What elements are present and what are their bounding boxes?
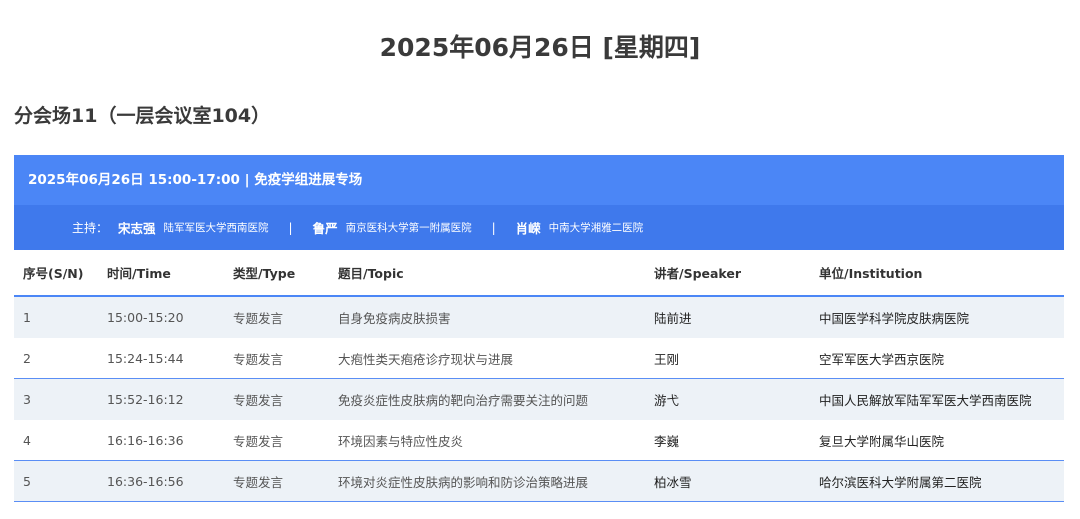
cell-institution: 复旦大学附属华山医院: [819, 433, 945, 449]
cell-type: 专题发言: [233, 393, 284, 408]
header-institution: 单位/Institution: [819, 266, 923, 281]
table-row: 3 15:52-16:12 专题发言 免疫炎症性皮肤病的靶向治疗需要关注的问题 …: [14, 379, 1064, 420]
chair-bar: 主持： 宋志强 陆军军医大学西南医院 | 鲁严 南京医科大学第一附属医院 | 肖…: [14, 205, 1064, 250]
cell-speaker: 陆前进: [654, 311, 692, 326]
cell-sn: 4: [23, 432, 31, 448]
cell-type: 专题发言: [233, 433, 284, 449]
cell-speaker: 柏冰雪: [654, 474, 692, 490]
cell-type: 专题发言: [233, 311, 284, 326]
chair-institution: 中南大学湘雅二医院: [548, 222, 644, 234]
cell-time: 15:24-15:44: [107, 350, 184, 366]
session-header: 2025年06月26日 15:00-17:00 | 免疫学组进展专场: [14, 155, 1064, 205]
cell-time: 16:36-16:56: [107, 473, 184, 489]
table-row: 2 15:24-15:44 专题发言 大疱性类天疱疮诊疗现状与进展 王刚 空军军…: [14, 338, 1064, 379]
header-sn: 序号(S/N): [23, 266, 84, 281]
cell-time: 15:52-16:12: [107, 392, 184, 407]
cell-type: 专题发言: [233, 474, 284, 490]
table-row: 4 16:16-16:36 专题发言 环境因素与特应性皮炎 李巍 复旦大学附属华…: [14, 420, 1064, 461]
cell-topic: 环境因素与特应性皮炎: [338, 433, 464, 449]
chair-name: 宋志强: [118, 221, 156, 236]
schedule-table: 序号(S/N) 时间/Time 类型/Type 题目/Topic 讲者/Spea…: [14, 250, 1064, 502]
chair-separator: |: [491, 220, 496, 235]
chair-label: 主持：: [72, 221, 109, 235]
cell-institution: 中国医学科学院皮肤病医院: [819, 311, 970, 326]
cell-time: 16:16-16:36: [107, 432, 184, 448]
cell-topic: 免疫炎症性皮肤病的靶向治疗需要关注的问题: [338, 393, 589, 408]
cell-topic: 环境对炎症性皮肤病的影响和防诊治策略进展: [338, 474, 589, 490]
table-row: 1 15:00-15:20 专题发言 自身免疫病皮肤损害 陆前进 中国医学科学院…: [14, 297, 1064, 338]
header-type: 类型/Type: [233, 266, 296, 281]
cell-speaker: 李巍: [654, 433, 680, 449]
cell-speaker: 王刚: [654, 351, 680, 367]
chair-name: 鲁严: [312, 221, 338, 236]
chair-name: 肖嵘: [515, 221, 541, 236]
cell-topic: 自身免疫病皮肤损害: [338, 311, 451, 326]
cell-type: 专题发言: [233, 351, 284, 367]
table-header-row: 序号(S/N) 时间/Time 类型/Type 题目/Topic 讲者/Spea…: [14, 250, 1064, 297]
cell-sn: 5: [23, 473, 31, 489]
cell-institution: 中国人民解放军陆军军医大学西南医院: [819, 393, 1032, 408]
date-title: 2025年06月26日 [星期四]: [379, 33, 701, 62]
header-time: 时间/Time: [107, 266, 171, 281]
cell-institution: 空军军医大学西京医院: [819, 351, 945, 367]
cell-sn: 3: [23, 392, 31, 407]
cell-sn: 2: [23, 350, 31, 366]
chair-institution: 南京医科大学第一附属医院: [345, 222, 472, 234]
cell-institution: 哈尔滨医科大学附属第二医院: [819, 474, 982, 490]
header-speaker: 讲者/Speaker: [654, 266, 742, 281]
session-block: 2025年06月26日 15:00-17:00 | 免疫学组进展专场 主持： 宋…: [14, 155, 1064, 502]
cell-sn: 1: [23, 310, 31, 325]
chair-separator: |: [288, 220, 293, 235]
cell-topic: 大疱性类天疱疮诊疗现状与进展: [338, 351, 514, 367]
table-row: 5 16:36-16:56 专题发言 环境对炎症性皮肤病的影响和防诊治策略进展 …: [14, 461, 1064, 502]
header-topic: 题目/Topic: [338, 266, 404, 281]
chair-institution: 陆军军医大学西南医院: [163, 222, 269, 234]
venue-title: 分会场11（一层会议室104）: [14, 105, 271, 127]
cell-time: 15:00-15:20: [107, 310, 184, 325]
cell-speaker: 游弋: [654, 393, 680, 408]
